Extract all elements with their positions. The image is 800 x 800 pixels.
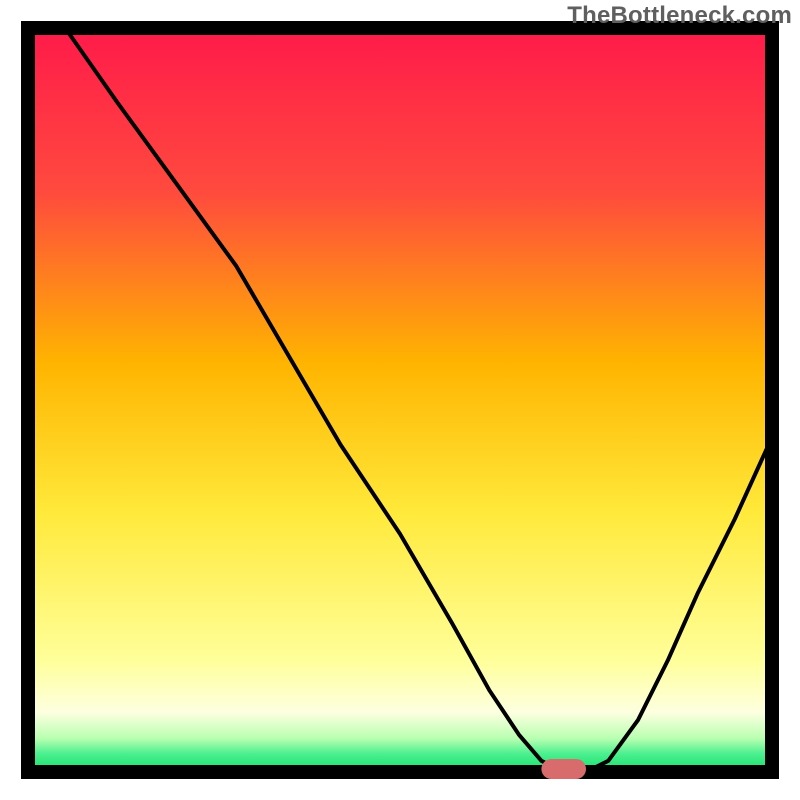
watermark-text: TheBottleneck.com [567,2,792,30]
gradient-background [28,28,772,772]
bottleneck-chart [0,0,800,800]
plot-area [28,28,772,779]
optimal-marker [541,759,586,779]
chart-wrap: TheBottleneck.com [0,0,800,800]
